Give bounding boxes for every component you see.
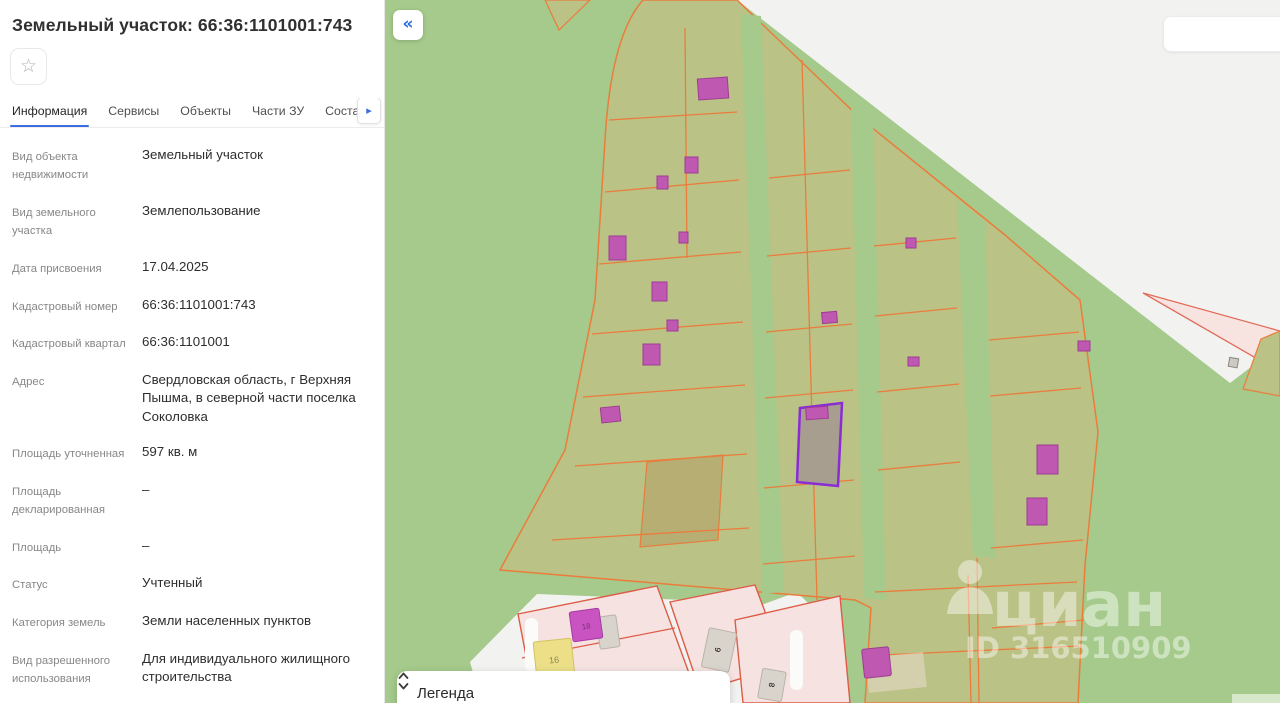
field-row: Площадь декларированная– [12, 472, 372, 528]
tab-chasti-zu[interactable]: Части ЗУ [252, 104, 304, 127]
field-row: СтатусУчтенный [12, 566, 372, 604]
tabs-overflow-button[interactable]: ▸ [357, 98, 381, 124]
building [906, 238, 916, 248]
map-container: 18 16 9 8 циан ID 316510909 « Легенда [385, 0, 1280, 703]
building [609, 236, 626, 260]
field-value: Землепользование [130, 202, 372, 241]
cadastral-map[interactable]: 18 16 9 8 циан ID 316510909 [385, 0, 1280, 703]
field-row: Вид земельного участкаЗемлепользование [12, 193, 372, 249]
field-value: 66:36:1101001:743 [130, 296, 372, 317]
chevron-right-icon: ▸ [366, 105, 372, 116]
tab-bar: Информация Сервисы Объекты Части ЗУ Сост… [0, 98, 384, 128]
building [657, 176, 668, 189]
building [822, 311, 838, 323]
field-row: Вид разрешенного использованияДля индиви… [12, 641, 372, 697]
field-value: 66:36:1101001 [130, 333, 372, 354]
field-label: Площадь уточненная [12, 443, 130, 464]
field-label: Вид земельного участка [12, 202, 130, 241]
field-value: Земли населенных пунктов [130, 612, 372, 633]
building [685, 157, 698, 173]
building [643, 344, 660, 365]
field-row: Категория земельЗемли населенных пунктов [12, 604, 372, 642]
building-label: 18 [581, 621, 592, 631]
field-label: Вид объекта недвижимости [12, 146, 130, 185]
tab-obekty[interactable]: Объекты [180, 104, 231, 127]
double-chevron-left-icon: « [403, 16, 414, 35]
star-icon: ☆ [20, 57, 37, 76]
field-label: Площадь [12, 537, 130, 558]
favorite-button[interactable]: ☆ [10, 48, 47, 85]
field-row: Форма собственностиЧастная [12, 697, 372, 703]
field-label: Вид разрешенного использования [12, 650, 130, 689]
field-row: Вид объекта недвижимостиЗемельный участо… [12, 137, 372, 193]
building [697, 77, 728, 100]
building [1027, 498, 1047, 525]
field-row: Дата присвоения17.04.2025 [12, 250, 372, 288]
legend-bar[interactable]: Легенда [397, 671, 730, 703]
building [1037, 445, 1058, 474]
building [600, 406, 620, 423]
field-value: Земельный участок [130, 146, 372, 185]
watermark-id: ID 316510909 [965, 631, 1192, 665]
building [679, 232, 688, 243]
field-label: Адрес [12, 371, 130, 426]
field-row: Кадастровый номер66:36:1101001:743 [12, 287, 372, 325]
field-label: Площадь декларированная [12, 481, 130, 520]
building-on-selected-parcel [806, 406, 829, 420]
road-capsule [790, 630, 803, 690]
field-row: Площадь уточненная597 кв. м [12, 434, 372, 472]
parcel-darker [640, 455, 723, 547]
info-panel: Земельный участок: 66:36:1101001:743 ☆ И… [0, 0, 385, 703]
tab-informatsiya[interactable]: Информация [12, 104, 87, 127]
building [652, 282, 667, 301]
building-grey-small [1228, 357, 1238, 367]
building [1078, 341, 1090, 351]
tab-servisy[interactable]: Сервисы [108, 104, 159, 127]
field-value: – [130, 481, 372, 520]
field-value: Для индивидуального жилищного строительс… [130, 650, 372, 689]
field-label: Дата присвоения [12, 258, 130, 279]
field-value: Учтенный [130, 574, 372, 595]
building [667, 320, 678, 331]
building-label: 16 [549, 654, 560, 665]
page-title: Земельный участок: 66:36:1101001:743 [12, 15, 372, 36]
field-label: Кадастровый квартал [12, 333, 130, 354]
field-label: Категория земель [12, 612, 130, 633]
legend-label: Легенда [417, 675, 474, 702]
field-value: 597 кв. м [130, 443, 372, 464]
field-row: Площадь– [12, 528, 372, 566]
field-value: Свердловская область, г Верхняя Пышма, в… [130, 371, 372, 426]
building-magenta-bottom [862, 647, 892, 679]
field-list: Вид объекта недвижимостиЗемельный участо… [0, 128, 384, 703]
field-row: Кадастровый квартал66:36:1101001 [12, 325, 372, 363]
field-label: Статус [12, 574, 130, 595]
field-label: Кадастровый номер [12, 296, 130, 317]
field-row: АдресСвердловская область, г Верхняя Пыш… [12, 362, 372, 434]
field-value: – [130, 537, 372, 558]
map-attribution [1232, 694, 1280, 703]
building [908, 357, 919, 366]
search-input[interactable] [1163, 16, 1280, 52]
field-value: 17.04.2025 [130, 258, 372, 279]
collapse-panel-button[interactable]: « [393, 10, 423, 40]
